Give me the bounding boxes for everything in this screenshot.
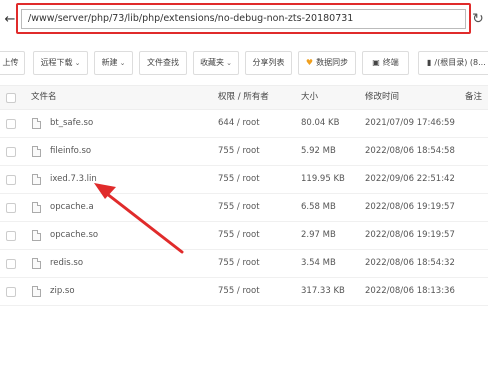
file-size: 119.95 KB xyxy=(301,174,345,184)
file-icon xyxy=(32,118,41,129)
file-icon xyxy=(32,286,41,297)
toolbar: 上传 远程下载 ⌄ 新建 ⌄ 文件查找 收藏夹 ⌄ 分享列表 ♥ 数据同步 ▣ 终端 ▮ /… xyxy=(0,51,488,77)
file-permission[interactable]: 644 / root xyxy=(218,110,260,137)
table-row[interactable]: bt_safe.so 644 / root 80.04 KB 2021/07/0… xyxy=(0,110,488,138)
file-size: 2.97 MB xyxy=(301,230,336,240)
share-list-button[interactable]: 分享列表 xyxy=(245,51,292,75)
file-mtime: 2022/08/06 18:13:36 xyxy=(365,286,455,296)
share-list-label: 分享列表 xyxy=(252,58,285,67)
file-name[interactable]: bt_safe.so xyxy=(50,110,93,137)
file-size: 80.04 KB xyxy=(301,118,340,128)
file-icon xyxy=(32,258,41,269)
upload-button[interactable]: 上传 xyxy=(0,51,25,75)
file-mtime: 2021/07/09 17:46:59 xyxy=(365,118,455,128)
root-directory-label: /(根目录) (8... xyxy=(434,58,486,67)
annotation-highlight-box xyxy=(16,3,471,34)
file-mtime: 2022/08/06 18:54:32 xyxy=(365,258,455,268)
file-permission[interactable]: 755 / root xyxy=(218,194,260,221)
new-button-label: 新建 xyxy=(101,58,118,67)
file-name[interactable]: ixed.7.3.lin xyxy=(50,166,97,193)
file-mtime: 2022/08/06 19:19:57 xyxy=(365,202,455,212)
row-checkbox[interactable] xyxy=(6,287,16,297)
table-row[interactable]: fileinfo.so 755 / root 5.92 MB 2022/08/0… xyxy=(0,138,488,166)
row-checkbox[interactable] xyxy=(6,231,16,241)
table-row[interactable]: opcache.a 755 / root 6.58 MB 2022/08/06 … xyxy=(0,194,488,222)
heart-icon: ♥ xyxy=(305,58,314,67)
terminal-label: 终端 xyxy=(382,58,399,67)
file-mtime: 2022/08/06 18:54:58 xyxy=(365,146,455,156)
column-remarks: 备注 xyxy=(465,92,483,102)
remote-download-button[interactable]: 远程下载 ⌄ xyxy=(33,51,88,75)
table-row[interactable]: zip.so 755 / root 317.33 KB 2022/08/06 1… xyxy=(0,278,488,306)
back-arrow-icon[interactable]: ← xyxy=(3,11,17,29)
path-bar: ← /www/server/php/73/lib/php/extensions/… xyxy=(0,0,488,42)
file-name[interactable]: redis.so xyxy=(50,250,83,277)
table-row[interactable]: ixed.7.3.lin 755 / root 119.95 KB 2022/0… xyxy=(0,166,488,194)
file-permission[interactable]: 755 / root xyxy=(218,222,260,249)
column-modified-time[interactable]: 修改时间 xyxy=(365,86,399,109)
file-size: 317.33 KB xyxy=(301,286,345,296)
chevron-down-icon: ⌄ xyxy=(74,59,81,67)
data-sync-button[interactable]: ♥ 数据同步 xyxy=(298,51,356,75)
file-permission[interactable]: 755 / root xyxy=(218,278,260,305)
file-size: 6.58 MB xyxy=(301,202,336,212)
file-icon xyxy=(32,230,41,241)
upload-button-label: 上传 xyxy=(2,58,19,67)
file-permission[interactable]: 755 / root xyxy=(218,250,260,277)
file-name[interactable]: zip.so xyxy=(50,278,75,305)
file-mtime: 2022/08/06 19:19:57 xyxy=(365,230,455,240)
file-icon xyxy=(32,146,41,157)
remote-download-label: 远程下载 xyxy=(40,58,73,67)
favorites-button[interactable]: 收藏夹 ⌄ xyxy=(193,51,239,75)
file-permission[interactable]: 755 / root xyxy=(218,138,260,165)
select-all-checkbox[interactable] xyxy=(6,93,16,103)
chevron-down-icon: ⌄ xyxy=(119,59,126,67)
file-size: 3.54 MB xyxy=(301,258,336,268)
terminal-button[interactable]: ▣ 终端 xyxy=(362,51,409,75)
file-name[interactable]: opcache.so xyxy=(50,222,98,249)
row-checkbox[interactable] xyxy=(6,203,16,213)
file-mtime: 2022/09/06 22:51:42 xyxy=(365,174,455,184)
table-row[interactable]: redis.so 755 / root 3.54 MB 2022/08/06 1… xyxy=(0,250,488,278)
refresh-icon[interactable]: ↻ xyxy=(470,10,486,28)
file-permission[interactable]: 755 / root xyxy=(218,166,260,193)
new-button[interactable]: 新建 ⌄ xyxy=(94,51,133,75)
file-table-header: 文件名 权限 / 所有者 大小 修改时间 备注 xyxy=(0,85,488,110)
favorites-label: 收藏夹 xyxy=(200,58,225,67)
row-checkbox[interactable] xyxy=(6,175,16,185)
row-checkbox[interactable] xyxy=(6,259,16,269)
table-row[interactable]: opcache.so 755 / root 2.97 MB 2022/08/06… xyxy=(0,222,488,250)
file-icon xyxy=(32,202,41,213)
column-size[interactable]: 大小 xyxy=(301,86,318,109)
disk-icon: ▮ xyxy=(427,58,432,67)
file-search-button[interactable]: 文件查找 xyxy=(139,51,187,75)
file-icon xyxy=(32,174,41,185)
row-checkbox[interactable] xyxy=(6,119,16,129)
column-filename[interactable]: 文件名 xyxy=(31,86,57,109)
data-sync-label: 数据同步 xyxy=(316,58,349,67)
file-name[interactable]: opcache.a xyxy=(50,194,94,221)
column-permission-owner[interactable]: 权限 / 所有者 xyxy=(218,86,269,109)
row-checkbox[interactable] xyxy=(6,147,16,157)
file-name[interactable]: fileinfo.so xyxy=(50,138,91,165)
file-size: 5.92 MB xyxy=(301,146,336,156)
root-directory-button[interactable]: ▮/(根目录) (8... xyxy=(418,51,488,75)
chevron-down-icon: ⌄ xyxy=(226,59,232,67)
terminal-icon: ▣ xyxy=(372,58,380,67)
file-search-label: 文件查找 xyxy=(147,58,179,67)
